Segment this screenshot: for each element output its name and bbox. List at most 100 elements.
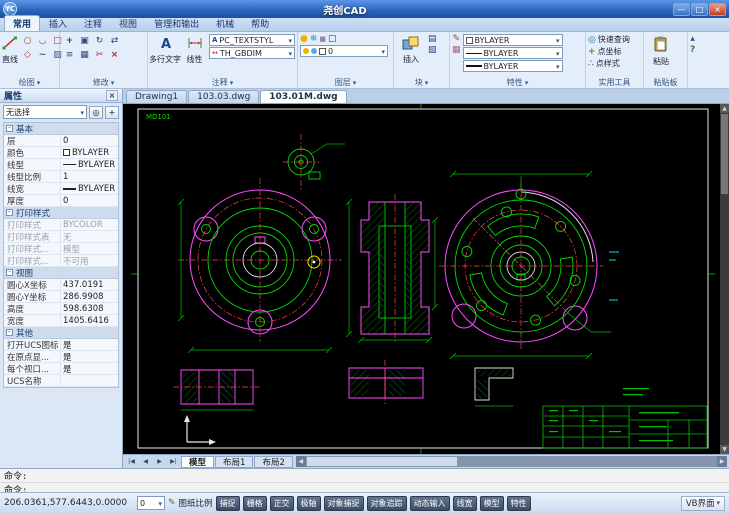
ui-mode-selector[interactable]: VB界面 — [680, 495, 725, 511]
prop-row-color[interactable]: 颜色 BYLAYER — [4, 146, 118, 159]
insert-block-button[interactable]: 插入 — [396, 34, 426, 65]
lineweight-select[interactable]: BYLAYER — [462, 60, 563, 72]
collapse-icon[interactable] — [6, 329, 13, 336]
otrack-toggle[interactable]: 对象追踪 — [366, 495, 407, 511]
tab-annotate[interactable]: 注释 — [76, 16, 110, 31]
doc-tab-103-03[interactable]: 103.03.dwg — [188, 90, 260, 103]
properties-toggle[interactable]: 特性 — [506, 495, 531, 511]
prop-row-ucs-origin[interactable]: 在原点显... 是 — [4, 350, 118, 363]
collapse-ribbon-icon[interactable] — [690, 34, 695, 44]
linear-dim-button[interactable]: 线性 — [182, 34, 207, 65]
dim-style-select[interactable]: TH_GBDIM — [209, 47, 295, 59]
scroll-up-icon[interactable] — [720, 104, 729, 113]
line-button[interactable]: 直线 — [2, 34, 18, 65]
scroll-left-icon[interactable] — [295, 456, 306, 467]
section-plotstyle[interactable]: 打印样式 — [4, 207, 118, 219]
collapse-icon[interactable] — [6, 125, 13, 132]
quick-query-button[interactable]: 快速查询 — [588, 34, 630, 45]
utilities-group-label[interactable]: 实用工具 — [586, 77, 643, 88]
scale-select[interactable]: 0 — [137, 496, 165, 510]
prop-row-ucs-name[interactable]: UCS名称 — [4, 374, 118, 387]
help-icon[interactable] — [690, 45, 695, 55]
edit-scale-icon[interactable] — [168, 498, 176, 508]
tab-view[interactable]: 视图 — [111, 16, 145, 31]
color-picker-icon[interactable] — [452, 45, 461, 55]
last-tab-icon[interactable] — [167, 456, 180, 467]
collapse-icon[interactable] — [6, 269, 13, 276]
block-group-label[interactable]: 块 — [394, 77, 449, 88]
tab-manage-output[interactable]: 管理和输出 — [146, 16, 207, 31]
snap-toggle[interactable]: 捕捉 — [215, 495, 240, 511]
model-toggle[interactable]: 模型 — [479, 495, 504, 511]
prop-row-width[interactable]: 宽度 1405.6416 — [4, 314, 118, 327]
osnap-toggle[interactable]: 对象捕捉 — [323, 495, 364, 511]
rotate-icon[interactable] — [92, 34, 107, 48]
horizontal-scrollbar[interactable] — [295, 456, 727, 467]
offset-icon[interactable] — [62, 48, 77, 62]
annotate-group-label[interactable]: 注释 — [148, 77, 297, 88]
scroll-down-icon[interactable] — [720, 445, 729, 454]
tab-mechanical[interactable]: 机械 — [208, 16, 242, 31]
properties-palette-header[interactable]: 属性 — [0, 89, 122, 103]
doc-tab-103-01m[interactable]: 103.01M.dwg — [260, 90, 347, 103]
prop-row-ucs-per-viewport[interactable]: 每个视口... 是 — [4, 362, 118, 375]
properties-group-label[interactable]: 特性 — [450, 77, 585, 88]
tab-insert[interactable]: 插入 — [41, 16, 75, 31]
prev-tab-icon[interactable] — [139, 456, 152, 467]
selection-filter-select[interactable]: 无选择 — [3, 105, 87, 119]
prop-row-center-x[interactable]: 圆心X坐标 437.0191 — [4, 278, 118, 291]
erase-icon[interactable] — [107, 48, 122, 62]
tab-help[interactable]: 帮助 — [243, 16, 277, 31]
section-general[interactable]: 基本 — [4, 123, 118, 135]
tab-layout2[interactable]: 布局2 — [254, 455, 293, 468]
vertical-scrollbar[interactable] — [720, 104, 729, 454]
quick-select-icon[interactable]: ◎ — [89, 105, 103, 119]
maximize-button[interactable] — [691, 2, 708, 16]
close-button[interactable] — [709, 2, 726, 16]
prop-row-ucs-icon-on[interactable]: 打开UCS图标是 — [4, 338, 118, 351]
ortho-toggle[interactable]: 正交 — [269, 495, 294, 511]
prop-row-center-y[interactable]: 圆心Y坐标 286.9908 — [4, 290, 118, 303]
match-properties-icon[interactable] — [452, 34, 461, 44]
section-view[interactable]: 视图 — [4, 267, 118, 279]
tab-model[interactable]: 模型 — [181, 455, 215, 468]
layer-on-icon[interactable] — [300, 34, 308, 44]
trim-icon[interactable] — [92, 48, 107, 62]
text-style-select[interactable]: PC_TEXTSTYL — [209, 34, 295, 46]
move-icon[interactable] — [62, 34, 77, 48]
layer-lock-icon[interactable] — [319, 35, 326, 43]
copy-icon[interactable] — [77, 34, 92, 48]
layer-color-icon[interactable] — [328, 34, 337, 44]
prop-row-thickness[interactable]: 厚度 0 — [4, 194, 118, 207]
prop-row-layer[interactable]: 层0 — [4, 134, 118, 147]
tab-layout1[interactable]: 布局1 — [215, 455, 254, 468]
clipboard-group-label[interactable]: 粘贴板 — [644, 77, 687, 88]
pickadd-toggle-icon[interactable]: + — [105, 105, 119, 119]
collapse-icon[interactable] — [6, 209, 13, 216]
polygon-icon[interactable] — [20, 48, 35, 62]
dynamic-input-toggle[interactable]: 动态输入 — [409, 495, 450, 511]
grid-toggle[interactable]: 栅格 — [242, 495, 267, 511]
array-icon[interactable] — [77, 48, 92, 62]
app-logo[interactable]: YC — [3, 2, 17, 16]
prop-row-lineweight[interactable]: 线宽 BYLAYER — [4, 182, 118, 195]
prop-row-height[interactable]: 高度 598.6308 — [4, 302, 118, 315]
object-color-select[interactable]: BYLAYER — [462, 34, 563, 46]
create-block-icon[interactable] — [428, 34, 437, 44]
minimize-button[interactable] — [673, 2, 690, 16]
mirror-icon[interactable] — [107, 34, 122, 48]
paste-button[interactable]: 粘贴 — [646, 34, 676, 67]
mtext-button[interactable]: A 多行文字 — [149, 34, 181, 65]
spline-icon[interactable] — [35, 48, 50, 62]
edit-block-icon[interactable] — [428, 45, 437, 55]
polar-toggle[interactable]: 极轴 — [296, 495, 321, 511]
tab-home[interactable]: 常用 — [4, 15, 41, 31]
lineweight-toggle[interactable]: 线宽 — [452, 495, 477, 511]
point-coordinate-button[interactable]: 点坐标 — [588, 46, 630, 57]
horizontal-scroll-thumb[interactable] — [306, 457, 457, 466]
prop-row-linetype[interactable]: 线型 BYLAYER — [4, 158, 118, 171]
prop-row-ltscale[interactable]: 线型比例 1 — [4, 170, 118, 183]
first-tab-icon[interactable] — [125, 456, 138, 467]
doc-tab-drawing1[interactable]: Drawing1 — [126, 90, 188, 103]
scroll-right-icon[interactable] — [717, 456, 727, 467]
